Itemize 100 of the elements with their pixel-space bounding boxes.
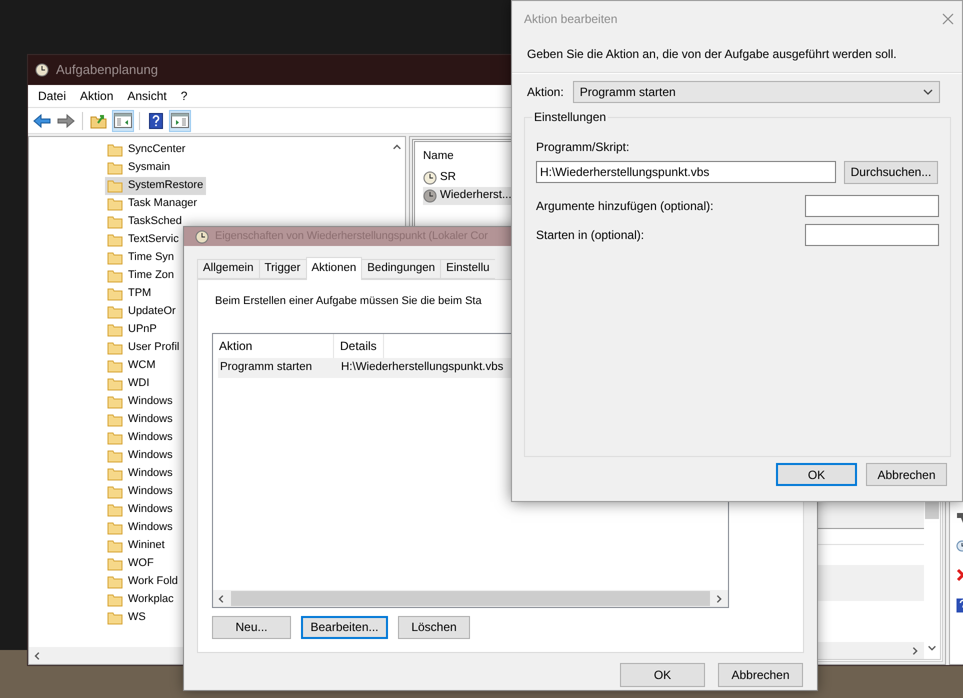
tree-item[interactable]: UPnP <box>105 321 160 339</box>
tree-item[interactable]: Windows <box>105 465 176 483</box>
tree-item[interactable]: Windows <box>105 483 176 501</box>
chevron-right-icon[interactable] <box>910 646 920 656</box>
folder-icon <box>107 377 123 391</box>
dialog-button[interactable]: Abbrechen <box>718 663 803 687</box>
forward-arrow-icon[interactable] <box>57 114 75 128</box>
field-label: Aktion: <box>527 85 564 100</box>
tree-item[interactable]: Task Manager <box>105 195 200 213</box>
scroll-thumb[interactable] <box>231 591 710 606</box>
folder-icon <box>107 503 123 517</box>
folder-icon <box>107 215 123 229</box>
folder-icon <box>107 179 123 193</box>
tab[interactable]: Bedingungen <box>362 259 440 279</box>
tree-item[interactable]: TextServic <box>105 231 182 249</box>
tab[interactable]: Allgemein <box>197 259 258 279</box>
field-label: Starten in (optional): <box>536 228 644 242</box>
folder-icon <box>107 557 123 571</box>
chevron-down-icon[interactable] <box>927 643 937 653</box>
folder-icon <box>107 161 123 175</box>
tree-item[interactable]: Wininet <box>105 537 168 555</box>
tree-item[interactable]: UpdateOr <box>105 303 179 321</box>
table-cell-text: H:\Wiederherstellungspunkt.vbs <box>340 361 504 376</box>
folder-icon <box>107 485 123 499</box>
dialog-button[interactable]: OK <box>620 663 705 687</box>
folder-icon <box>107 341 123 355</box>
menu-item[interactable]: ? <box>174 88 194 104</box>
tree-item[interactable]: Sysmain <box>105 159 174 177</box>
task-item[interactable]: SR <box>423 168 460 187</box>
input-field[interactable] <box>805 194 939 217</box>
folder-icon <box>107 287 123 301</box>
pane-toggle-icon[interactable] <box>114 113 132 128</box>
folder-icon <box>107 539 123 553</box>
chevron-down-icon[interactable] <box>922 89 933 96</box>
folder-icon <box>107 197 123 211</box>
menu-item[interactable]: Ansicht <box>120 88 174 104</box>
back-arrow-icon[interactable] <box>33 114 51 128</box>
folder-icon <box>107 323 123 337</box>
tree-item[interactable]: Windows <box>105 501 176 519</box>
close-icon[interactable] <box>942 13 954 25</box>
chevron-right-icon[interactable] <box>714 594 724 604</box>
action-button[interactable]: Löschen <box>398 616 470 640</box>
tab[interactable]: Einstellu <box>440 259 495 279</box>
tree-item[interactable]: Time Syn <box>105 249 178 267</box>
help-icon[interactable] <box>149 112 163 128</box>
clock-icon <box>35 63 49 77</box>
tree-item[interactable]: Time Zon <box>105 267 178 285</box>
folder-icon <box>107 305 123 319</box>
tree-item[interactable]: User Profil <box>105 339 182 357</box>
toolbar-button[interactable] <box>169 110 191 132</box>
tree-item[interactable]: Work Fold <box>105 573 181 591</box>
input-field[interactable] <box>805 224 939 246</box>
tree-item[interactable]: Workplac <box>105 591 177 609</box>
action-button[interactable]: Bearbeiten... <box>301 616 388 640</box>
tree-item[interactable]: SyncCenter <box>105 141 188 159</box>
action-button[interactable]: Neu... <box>212 616 291 640</box>
folder-icon <box>107 143 123 157</box>
pane-toggle-icon[interactable] <box>171 113 189 128</box>
folder-icon <box>107 251 123 265</box>
folder-icon <box>107 269 123 283</box>
tree-item[interactable]: Windows <box>105 393 176 411</box>
horizontal-scrollbar[interactable] <box>213 590 728 608</box>
field-label: Programm/Skript: <box>536 140 630 155</box>
folder-icon <box>107 395 123 409</box>
tree-item[interactable]: Windows <box>105 519 176 537</box>
clock-icon <box>195 230 209 244</box>
tree-item[interactable]: SystemRestore <box>105 177 206 195</box>
tree-item[interactable]: WCM <box>105 357 158 375</box>
group-label: Einstellungen <box>532 110 608 125</box>
toolbar-button[interactable] <box>112 110 134 132</box>
tree-item[interactable]: WOF <box>105 555 157 573</box>
tree-item[interactable]: WS <box>105 609 149 627</box>
instruction-text: Geben Sie die Aktion an, die von der Aufgabe ausgeführt werden soll. <box>527 47 898 62</box>
folder-icon <box>107 521 123 535</box>
folder-icon <box>107 431 123 445</box>
tree-item[interactable]: Windows <box>105 429 176 447</box>
description-text: Beim Erstellen einer Aufgabe müssen Sie die beim Sta <box>214 295 483 308</box>
folder-icon <box>107 413 123 427</box>
tree-item[interactable]: Windows <box>105 447 176 465</box>
window-title: Aktion bearbeiten <box>524 12 618 26</box>
clock-icon <box>423 170 437 185</box>
menu-item[interactable]: Datei <box>31 88 74 104</box>
tree-item[interactable]: TaskSched <box>105 213 185 231</box>
folder-icon <box>107 593 123 607</box>
tree-item[interactable]: TPM <box>105 285 154 303</box>
tab[interactable]: Trigger <box>258 259 306 279</box>
table-cell-text: Programm starten <box>219 361 314 376</box>
menu-item[interactable]: Aktion <box>73 88 120 104</box>
action-dropdown[interactable]: Programm starten <box>572 81 940 104</box>
input-field[interactable]: H:\Wiederherstellungspunkt.vbs <box>536 161 836 184</box>
folder-icon <box>107 467 123 481</box>
tab[interactable]: Aktionen <box>306 257 362 280</box>
dialog-button[interactable]: OK <box>776 463 857 486</box>
folder-icon <box>107 575 123 589</box>
folder-icon <box>107 611 123 625</box>
tree-item[interactable]: Windows <box>105 411 176 429</box>
tree-item[interactable]: WDI <box>105 375 152 393</box>
browse-button[interactable]: Durchsuchen... <box>844 160 938 184</box>
window-title: Aufgabenplanung <box>56 62 158 78</box>
dialog-button[interactable]: Abbrechen <box>866 463 947 486</box>
